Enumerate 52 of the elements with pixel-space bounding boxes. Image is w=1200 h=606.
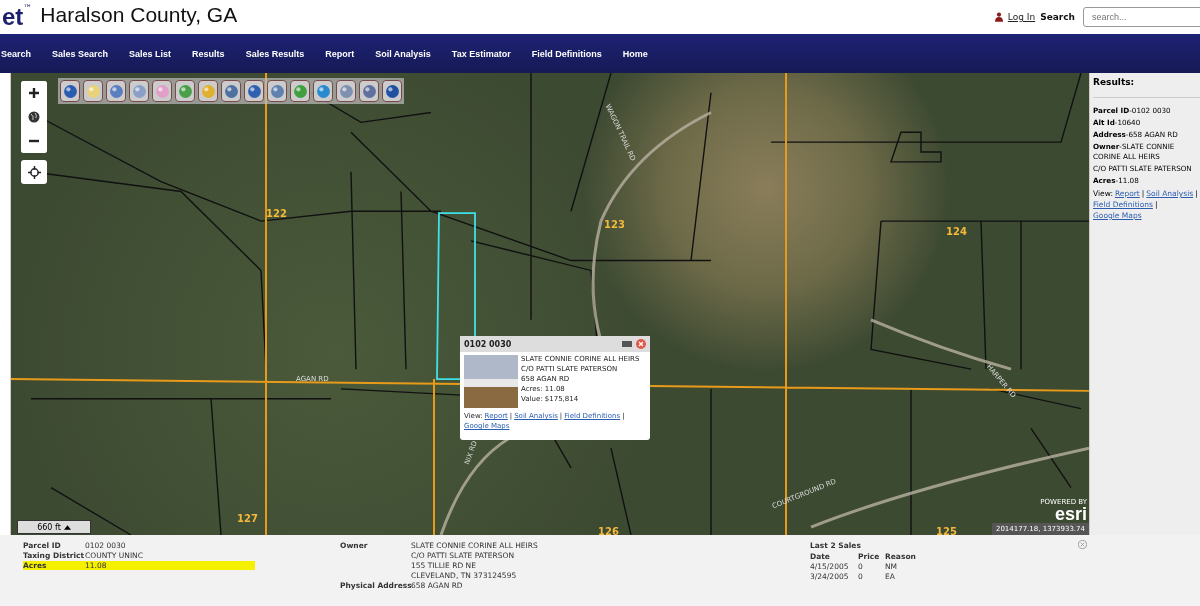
map-tool-button[interactable] <box>267 80 287 102</box>
plus-icon <box>28 87 40 99</box>
search-field[interactable]: search... <box>1083 7 1200 27</box>
map-tool-button[interactable] <box>152 80 172 102</box>
nav-link[interactable]: Results <box>192 48 225 59</box>
nav-link[interactable]: Home <box>622 48 648 59</box>
section-number: 127 <box>237 513 258 524</box>
caret-icon <box>63 524 71 530</box>
locate-button[interactable] <box>21 160 47 184</box>
nav-link[interactable]: Report <box>325 48 355 59</box>
logo-text: et <box>2 3 24 31</box>
section-number: 123 <box>604 219 625 230</box>
results-title: Results: <box>1093 77 1136 87</box>
page-title: Haralson County, GA <box>40 3 238 27</box>
scale-bar[interactable]: 660 ft <box>17 520 91 534</box>
trademark-mark: ™ <box>23 3 33 13</box>
user-icon <box>994 12 1003 22</box>
map-tool-button[interactable] <box>60 80 80 102</box>
house-photo-placeholder <box>464 355 518 408</box>
section-number: 124 <box>946 226 967 237</box>
parcel-outline <box>890 131 942 163</box>
popup-title: 0102 0030 <box>464 339 513 349</box>
globe-icon <box>28 111 40 123</box>
map-tool-button[interactable] <box>175 80 195 102</box>
map-tool-button[interactable] <box>221 80 241 102</box>
nav-link[interactable]: Soil Analysis <box>375 48 431 59</box>
map-tool-button[interactable] <box>129 80 149 102</box>
map-tool-button[interactable] <box>244 80 264 102</box>
map-tool-button[interactable] <box>382 80 402 102</box>
map-tool-button[interactable] <box>359 80 379 102</box>
map-tool-button[interactable] <box>198 80 218 102</box>
section-number: 126 <box>598 526 619 535</box>
map-tool-button[interactable] <box>83 80 103 102</box>
nav-link[interactable]: Search <box>1 48 32 59</box>
map-tool-button[interactable] <box>336 80 356 102</box>
login-link[interactable]: Log In <box>1007 12 1036 22</box>
esri-logo: esri <box>1054 506 1087 522</box>
section-number: 125 <box>936 526 957 535</box>
map-tool-button[interactable] <box>290 80 310 102</box>
nav-link[interactable]: Sales List <box>129 48 172 59</box>
nav-link[interactable]: Tax Estimator <box>451 48 511 59</box>
aerial-map[interactable] <box>11 73 1089 535</box>
minus-icon <box>28 139 40 143</box>
search-label: Search <box>1040 12 1075 22</box>
map-tool-button[interactable] <box>313 80 333 102</box>
nav-link[interactable]: Field Definitions <box>531 48 602 59</box>
crosshair-icon <box>27 165 41 179</box>
map-tool-button[interactable] <box>106 80 126 102</box>
close-icon[interactable] <box>636 339 646 349</box>
section-number: 122 <box>266 208 287 219</box>
nav-link[interactable]: Sales Results <box>245 48 305 59</box>
nav-link[interactable]: Sales Search <box>52 48 109 59</box>
